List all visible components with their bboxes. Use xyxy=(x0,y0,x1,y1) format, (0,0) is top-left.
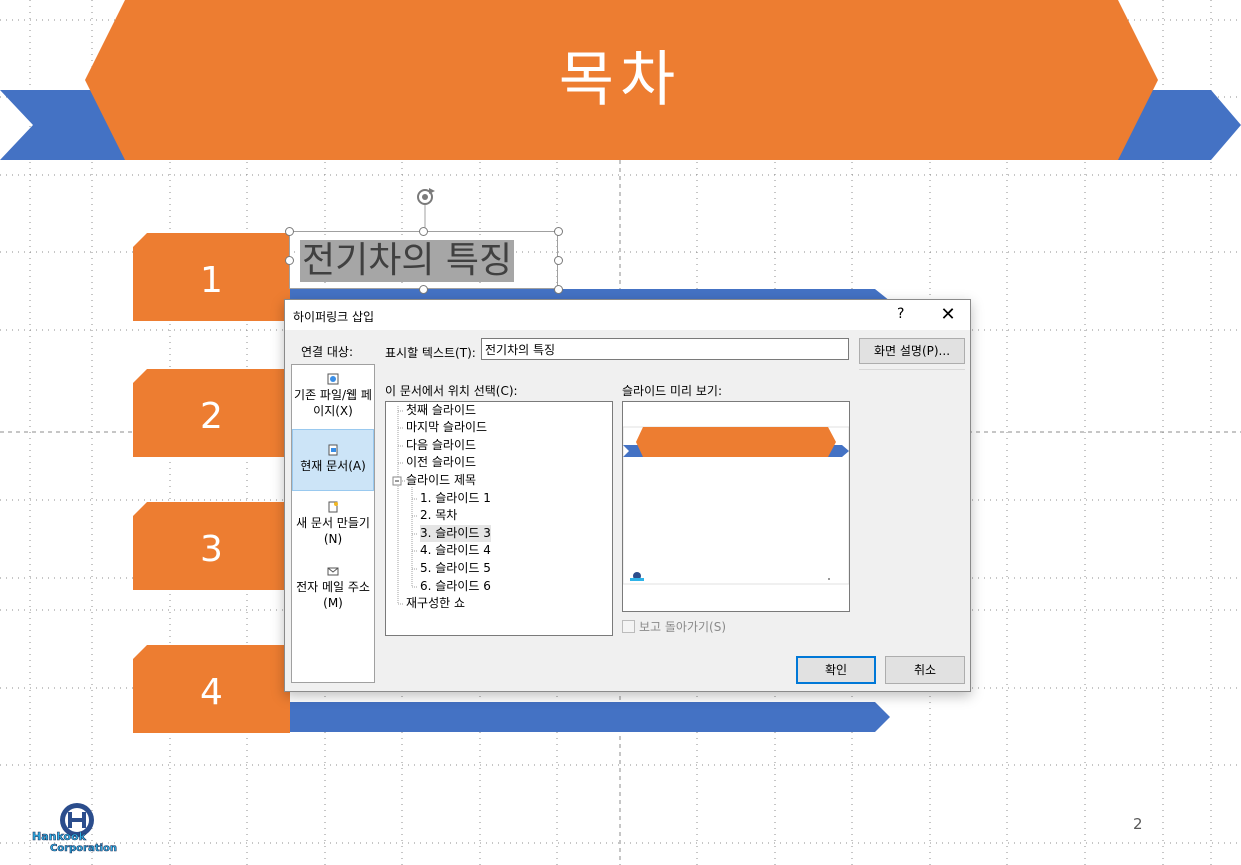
link-create-new-document[interactable]: 새 문서 만들기(N) xyxy=(292,501,374,547)
help-button[interactable]: ? xyxy=(897,306,904,322)
tree-item[interactable]: 1. 슬라이드 1 xyxy=(420,490,491,507)
link-item-label: 새 문서 만들기(N) xyxy=(296,516,370,546)
close-button[interactable]: ✕ xyxy=(935,303,961,327)
text-to-display-input[interactable]: 전기차의 특징 xyxy=(481,338,849,360)
rotate-handle[interactable] xyxy=(413,185,439,231)
tree-item[interactable]: 4. 슬라이드 4 xyxy=(420,542,491,559)
tree-item[interactable]: 첫째 슬라이드 xyxy=(406,402,476,419)
tree-item[interactable]: 6. 슬라이드 6 xyxy=(420,578,491,595)
link-to-label: 연결 대상: xyxy=(301,345,354,359)
place-tree[interactable]: 첫째 슬라이드 마지막 슬라이드 다음 슬라이드 이전 슬라이드 슬라이드 제목… xyxy=(385,401,613,636)
tree-item[interactable]: 다음 슬라이드 xyxy=(406,437,476,454)
resize-handle-right[interactable] xyxy=(554,256,563,265)
web-page-icon xyxy=(327,373,339,385)
tree-item[interactable]: 재구성한 쇼 xyxy=(406,595,465,612)
tree-item[interactable]: 마지막 슬라이드 xyxy=(406,419,487,436)
show-and-return-label: 보고 돌아가기(S) xyxy=(639,620,727,634)
document-icon xyxy=(328,444,338,456)
resize-handle-bottom[interactable] xyxy=(419,285,428,294)
item-number-4[interactable]: 4 xyxy=(133,645,290,733)
resize-handle-top-right[interactable] xyxy=(554,227,563,236)
dialog-titlebar[interactable]: 하이퍼링크 삽입 ? ✕ xyxy=(285,300,970,330)
page-number: 2 xyxy=(1133,815,1143,833)
item-number-2[interactable]: 2 xyxy=(133,369,290,457)
tree-item[interactable]: 5. 슬라이드 5 xyxy=(420,560,491,577)
tree-item-selected[interactable]: 3. 슬라이드 3 xyxy=(420,525,491,542)
show-and-return-checkbox[interactable]: 보고 돌아가기(S) xyxy=(622,618,726,635)
link-item-label: 기존 파일/웹 페이지(X) xyxy=(294,388,372,418)
item-number-3[interactable]: 3 xyxy=(133,502,290,590)
resize-handle-top-left[interactable] xyxy=(285,227,294,236)
selected-textbox[interactable]: 전기차의 특징 xyxy=(289,231,558,289)
ok-button[interactable]: 확인 xyxy=(796,656,876,684)
cancel-button[interactable]: 취소 xyxy=(885,656,965,684)
item-number-1[interactable]: 1 xyxy=(133,233,290,321)
text-to-display-label: 표시할 텍스트(T): xyxy=(385,346,476,360)
item-title-1[interactable]: 전기차의 특징 xyxy=(300,240,515,282)
resize-handle-left[interactable] xyxy=(285,256,294,265)
link-place-in-document[interactable]: 현재 문서(A) xyxy=(292,429,374,491)
link-to-panel[interactable]: 기존 파일/웹 페이지(X) 현재 문서(A) 새 문서 만들기(N) 전자 메… xyxy=(291,364,375,683)
checkbox-box[interactable] xyxy=(622,620,635,633)
screentip-button[interactable]: 화면 설명(P)... xyxy=(859,338,965,364)
link-email-address[interactable]: 전자 메일 주소(M) xyxy=(292,565,374,611)
tree-item[interactable]: 슬라이드 제목 xyxy=(406,472,476,489)
place-in-document-label: 이 문서에서 위치 선택(C): xyxy=(385,384,518,398)
slide-preview-label: 슬라이드 미리 보기: xyxy=(622,384,722,398)
new-document-icon xyxy=(328,501,338,513)
item-number-label: 3 xyxy=(200,529,223,570)
item-number-label: 4 xyxy=(200,672,223,713)
insert-hyperlink-dialog[interactable]: 하이퍼링크 삽입 ? ✕ 연결 대상: 기존 파일/웹 페이지(X) 현재 문서… xyxy=(284,299,971,692)
svg-text:Hankook: Hankook xyxy=(32,830,87,843)
resize-handle-top[interactable] xyxy=(419,227,428,236)
slide-preview xyxy=(622,401,850,612)
email-icon xyxy=(327,567,339,576)
link-item-label: 현재 문서(A) xyxy=(300,459,366,473)
tree-item[interactable]: 2. 목차 xyxy=(420,507,457,524)
divider xyxy=(859,369,965,370)
item-number-label: 1 xyxy=(200,260,223,301)
link-item-label: 전자 메일 주소(M) xyxy=(296,580,370,610)
link-existing-file-web-page[interactable]: 기존 파일/웹 페이지(X) xyxy=(292,373,374,419)
resize-handle-bottom-right[interactable] xyxy=(554,285,563,294)
item-number-label: 2 xyxy=(200,396,223,437)
hankook-logo: Hankook Corporation xyxy=(32,803,117,854)
dialog-title: 하이퍼링크 삽입 xyxy=(293,310,375,324)
tree-item[interactable]: 이전 슬라이드 xyxy=(406,454,476,471)
svg-text:Corporation: Corporation xyxy=(50,843,117,854)
slide-preview-thumbnail xyxy=(623,426,849,585)
